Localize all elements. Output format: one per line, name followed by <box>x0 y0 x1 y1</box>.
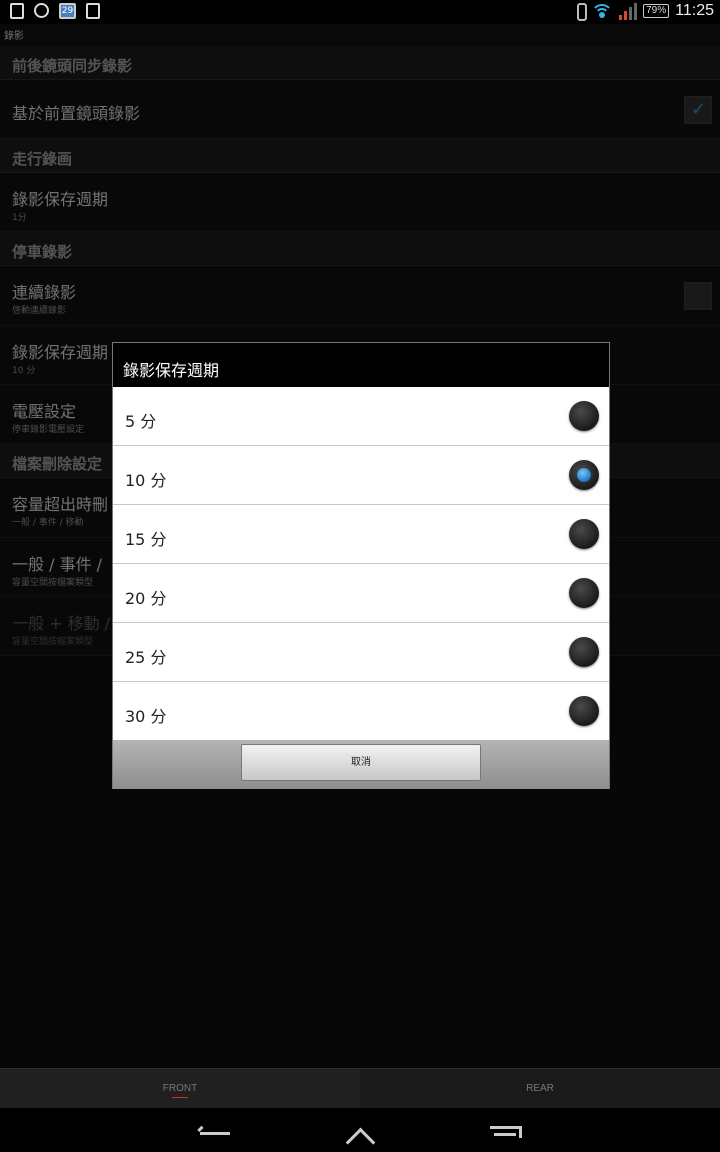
option-25-min[interactable]: 25 分 <box>113 623 609 682</box>
recent-apps-icon[interactable] <box>490 1126 522 1138</box>
option-30-min[interactable]: 30 分 <box>113 682 609 740</box>
option-10-min[interactable]: 10 分 <box>113 446 609 505</box>
radio-button[interactable] <box>569 401 599 431</box>
tab-front-indicator <box>172 1097 188 1098</box>
option-label: 30 分 <box>125 707 167 726</box>
camera-tabs: FRONT REAR <box>0 1068 720 1108</box>
option-label: 10 分 <box>125 471 167 490</box>
notification-icons: 29 <box>10 3 100 19</box>
radio-button[interactable] <box>569 696 599 726</box>
system-status: 79% 11:25 <box>575 2 714 21</box>
radio-button[interactable] <box>569 578 599 608</box>
calendar-day: 29 <box>61 6 74 16</box>
radio-button[interactable] <box>569 637 599 667</box>
tab-rear[interactable]: REAR <box>360 1068 720 1108</box>
radio-button-selected[interactable] <box>569 460 599 490</box>
dialog-footer: 取消 <box>113 740 609 789</box>
tab-front[interactable]: FRONT <box>0 1068 360 1108</box>
option-label: 25 分 <box>125 648 167 667</box>
option-label: 20 分 <box>125 589 167 608</box>
back-icon[interactable] <box>200 1132 230 1135</box>
option-list: 5 分 10 分 15 分 20 分 25 分 30 分 <box>113 387 609 740</box>
gps-icon <box>34 3 49 18</box>
bluetooth-icon <box>575 2 588 21</box>
home-icon[interactable] <box>346 1126 374 1152</box>
option-20-min[interactable]: 20 分 <box>113 564 609 623</box>
period-dialog: 錄影保存週期 5 分 10 分 15 分 20 分 25 分 30 分 取消 <box>112 342 610 789</box>
image-icon <box>86 3 100 19</box>
option-label: 15 分 <box>125 530 167 549</box>
battery-icon: 79% <box>643 4 670 18</box>
wifi-icon <box>591 2 614 20</box>
option-5-min[interactable]: 5 分 <box>113 387 609 446</box>
dialog-title: 錄影保存週期 <box>113 343 609 387</box>
radio-button[interactable] <box>569 519 599 549</box>
navigation-bar <box>0 1108 720 1152</box>
tab-rear-label: REAR <box>526 1083 554 1094</box>
signal-icon <box>619 2 638 20</box>
screenshot-icon <box>10 3 24 19</box>
cancel-button[interactable]: 取消 <box>241 744 481 781</box>
tab-front-label: FRONT <box>162 1083 198 1094</box>
option-15-min[interactable]: 15 分 <box>113 505 609 564</box>
status-bar: 29 79% 11:25 <box>0 0 720 24</box>
calendar-icon: 29 <box>59 3 76 19</box>
clock: 11:25 <box>675 2 714 19</box>
option-label: 5 分 <box>125 412 157 431</box>
